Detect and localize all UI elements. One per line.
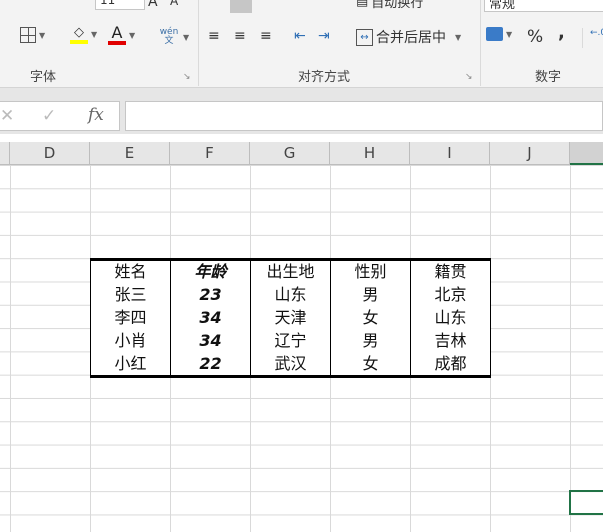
accounting-format-button[interactable]: ▼ [486, 27, 512, 41]
cell[interactable]: 女 [330, 306, 411, 330]
wrap-text-icon: ▤ [356, 0, 369, 9]
enter-icon[interactable]: ✓ [42, 106, 56, 126]
column-header-j[interactable]: J [490, 142, 570, 165]
column-header-h[interactable]: H [330, 142, 410, 165]
column-header-d[interactable]: D [10, 142, 90, 165]
merge-center-icon: ↔ [356, 28, 373, 46]
cell[interactable]: 34 [170, 329, 251, 353]
merge-center-button[interactable]: ↔ 合并后居中 ▼ [356, 27, 461, 47]
align-left-icon[interactable]: ≡ [208, 28, 220, 44]
column-header-f[interactable]: F [170, 142, 250, 165]
number-format-value: 常规 [489, 0, 516, 12]
align-right-icon[interactable]: ≡ [260, 28, 272, 44]
cell[interactable]: 山东 [250, 283, 331, 307]
cancel-icon[interactable]: ✕ [0, 106, 14, 126]
column-header-g[interactable]: G [250, 142, 330, 165]
decrease-font-icon[interactable]: A [170, 0, 178, 8]
cell[interactable]: 34 [170, 306, 251, 330]
paint-bucket-icon: ◇ [70, 25, 88, 44]
insert-function-icon[interactable]: fx [88, 105, 104, 125]
fill-color-button[interactable]: ◇ ▼ [70, 25, 97, 44]
borders-button[interactable]: ▼ [20, 27, 45, 43]
decrease-indent-icon[interactable]: ⇤ [294, 28, 306, 44]
cell[interactable]: 小红 [90, 352, 171, 378]
comma-button[interactable]: , [558, 22, 565, 43]
cell[interactable]: 23 [170, 283, 251, 307]
header-gender[interactable]: 性别 [330, 258, 411, 283]
cell[interactable]: 天津 [250, 306, 331, 330]
increase-font-icon[interactable]: A [148, 0, 158, 10]
column-header-i[interactable]: I [410, 142, 490, 165]
phonetic-button[interactable]: wén 文 ▼ [158, 28, 189, 46]
wrap-text-button[interactable]: ▤ 自动换行 [356, 0, 423, 11]
table-header-row: 姓名 年龄 出生地 性别 籍贯 [90, 258, 491, 283]
cell[interactable]: 男 [330, 283, 411, 307]
font-dialog-launcher-icon[interactable]: ↘ [183, 72, 191, 82]
cell[interactable]: 小肖 [90, 329, 171, 353]
font-size-box[interactable]: 11 [95, 0, 145, 10]
alignment-dialog-launcher-icon[interactable]: ↘ [465, 72, 473, 82]
cell[interactable]: 成都 [410, 352, 491, 378]
header-name[interactable]: 姓名 [90, 258, 171, 283]
data-table: 姓名 年龄 出生地 性别 籍贯 张三 23 山东 男 北京 李四 34 天津 女… [90, 258, 491, 378]
header-native-place[interactable]: 籍贯 [410, 258, 491, 283]
column-header-k[interactable] [570, 142, 603, 165]
cell[interactable]: 22 [170, 352, 251, 378]
formula-input[interactable] [125, 101, 603, 131]
table-row: 李四 34 天津 女 山东 [90, 306, 491, 330]
cell[interactable]: 李四 [90, 306, 171, 330]
increase-indent-icon[interactable]: ⇥ [318, 28, 330, 44]
ribbon-divider [0, 88, 603, 98]
ribbon: 11 A A ▼ ◇ ▼ A ▼ wén 文 ▼ 字体 ↘ ≡ ≡ ≡ ⇤ ⇥ ▤ 自动… [0, 0, 603, 88]
table-row: 小肖 34 辽宁 男 吉林 [90, 329, 491, 353]
cell[interactable]: 武汉 [250, 352, 331, 378]
currency-icon [486, 27, 503, 41]
align-center-icon[interactable]: ≡ [234, 28, 246, 44]
cell[interactable]: 男 [330, 329, 411, 353]
number-format-select[interactable]: 常规 [484, 0, 603, 12]
font-color-icon: A [108, 25, 126, 45]
cell[interactable]: 辽宁 [250, 329, 331, 353]
cell[interactable]: 山东 [410, 306, 491, 330]
alignment-group-label: 对齐方式 [298, 70, 351, 85]
font-size-value: 11 [100, 0, 116, 7]
cell[interactable]: 张三 [90, 283, 171, 307]
font-group-label: 字体 [30, 70, 57, 85]
column-header-e[interactable]: E [90, 142, 170, 165]
selected-cell[interactable] [569, 490, 603, 515]
font-color-button[interactable]: A ▼ [108, 25, 135, 45]
formula-bar-buttons: ✕ ✓ fx [0, 101, 120, 131]
align-middle-icon[interactable] [230, 0, 252, 13]
borders-icon [20, 27, 36, 43]
header-birthplace[interactable]: 出生地 [250, 258, 331, 283]
phonetic-icon: wén 文 [159, 27, 179, 46]
table-row: 张三 23 山东 男 北京 [90, 283, 491, 307]
cell[interactable]: 女 [330, 352, 411, 378]
percent-button[interactable]: % [527, 27, 543, 47]
cell[interactable]: 吉林 [410, 329, 491, 353]
table-row: 小红 22 武汉 女 成都 [90, 352, 491, 378]
column-header-left[interactable] [0, 142, 10, 165]
header-age[interactable]: 年龄 [170, 258, 251, 283]
increase-decimal-icon[interactable]: ←.0 [590, 28, 603, 38]
cell[interactable]: 北京 [410, 283, 491, 307]
number-group-label: 数字 [535, 70, 562, 85]
